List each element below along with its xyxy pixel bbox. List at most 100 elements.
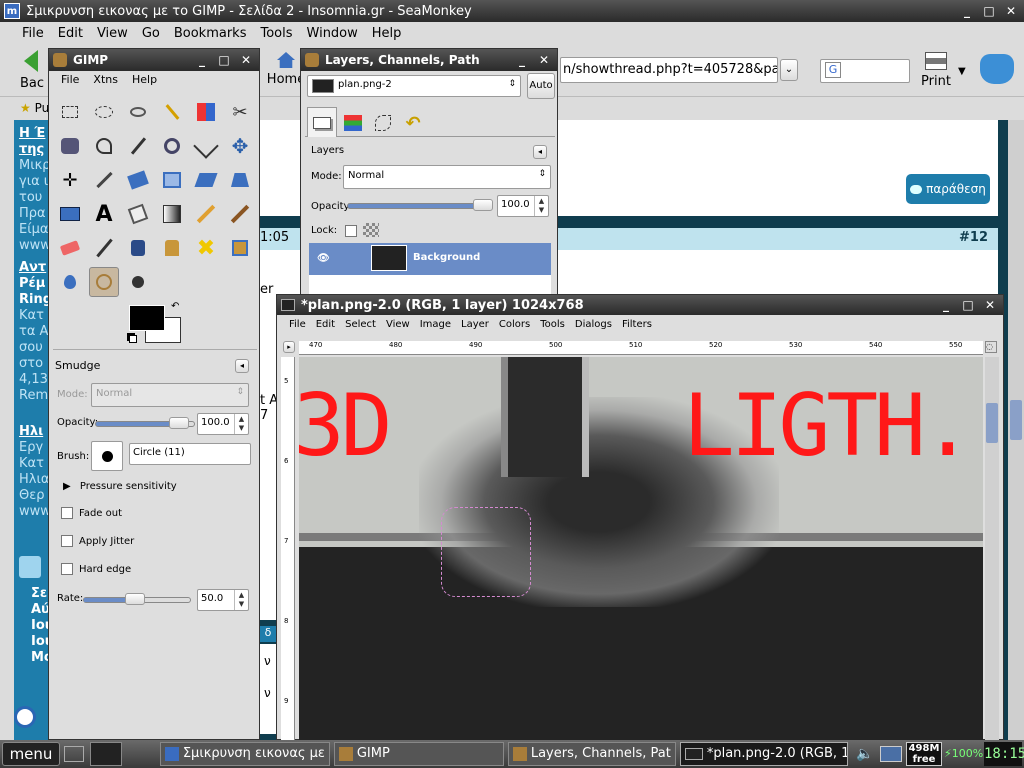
spin-arrows-icon[interactable]: ▲ ▼ <box>234 414 248 434</box>
minimize-icon[interactable]: _ <box>937 297 955 313</box>
tab-undo[interactable]: ↶ <box>399 109 427 137</box>
task-gimp[interactable]: GIMP <box>334 742 504 766</box>
airbrush-tool[interactable] <box>89 233 119 263</box>
foreground-select-tool[interactable] <box>55 131 85 161</box>
layers-menu-button[interactable]: ◂ <box>533 145 547 159</box>
browser-titlebar[interactable]: m Σμικρυνση εικονας με το GIMP - Σελίδα … <box>0 0 1024 22</box>
image-vscrollbar[interactable] <box>985 357 999 741</box>
menu-edit[interactable]: Edit <box>58 26 83 41</box>
brush-name-field[interactable]: Circle (11) <box>129 443 251 465</box>
menu-help[interactable]: Help <box>372 26 402 41</box>
minimize-icon[interactable]: _ <box>513 52 531 68</box>
clock[interactable]: 18:15 <box>984 742 1024 766</box>
volume-icon[interactable]: 🔈 <box>856 746 873 762</box>
image-select[interactable]: plan.png-2 ⇕ <box>307 75 521 97</box>
paths-tool[interactable] <box>89 131 119 161</box>
rotate-tool[interactable] <box>123 165 153 195</box>
lock-checkbox[interactable] <box>345 225 357 237</box>
show-desktop-icon[interactable] <box>64 746 84 762</box>
task-browser[interactable]: Σμικρυνση εικονας με <box>160 742 330 766</box>
layers-titlebar[interactable]: Layers, Channels, Path _ ✕ <box>301 49 557 71</box>
zoom-tool[interactable] <box>157 131 187 161</box>
image-canvas[interactable]: 3D LIGTH. <box>299 357 983 741</box>
foreground-color[interactable] <box>129 305 165 331</box>
rate-spin[interactable]: 50.0 ▲ ▼ <box>197 589 249 611</box>
url-dropdown-button[interactable]: ⌄ <box>780 59 798 81</box>
scroll-thumb[interactable] <box>986 403 998 443</box>
ink-tool[interactable] <box>123 233 153 263</box>
page-scrollbar[interactable] <box>1008 120 1024 740</box>
menu-go[interactable]: Go <box>142 26 160 41</box>
tab-layers[interactable] <box>307 107 337 137</box>
fade-out-checkbox[interactable]: Fade out <box>61 507 122 519</box>
bucket-fill-tool[interactable] <box>123 199 153 229</box>
close-icon[interactable]: ✕ <box>535 52 553 68</box>
shear-tool[interactable] <box>191 165 221 195</box>
image-menu-button[interactable]: ▸ <box>283 341 295 353</box>
fuzzy-select-tool[interactable] <box>157 97 187 127</box>
minimize-icon[interactable]: _ <box>958 3 976 19</box>
start-menu-button[interactable]: menu <box>2 742 60 766</box>
maximize-icon[interactable]: □ <box>959 297 977 313</box>
pressure-expander[interactable]: ▶ Pressure sensitivity <box>63 481 177 492</box>
maximize-icon[interactable]: □ <box>215 52 233 68</box>
menu-file[interactable]: File <box>61 73 79 86</box>
smudge-tool[interactable] <box>89 267 119 297</box>
flip-tool[interactable] <box>55 199 85 229</box>
perspective-tool[interactable] <box>225 165 255 195</box>
checkbox-box[interactable] <box>61 563 73 575</box>
scroll-thumb[interactable] <box>1010 400 1022 440</box>
checkbox-box[interactable] <box>61 535 73 547</box>
menu-window[interactable]: Window <box>307 26 358 41</box>
menu-image[interactable]: Image <box>420 319 451 330</box>
toolbox-titlebar[interactable]: GIMP _ □ ✕ <box>49 49 259 71</box>
layer-opacity-handle[interactable] <box>473 199 493 211</box>
layer-mode-select[interactable]: Normal ⇕ <box>343 165 551 189</box>
menu-edit[interactable]: Edit <box>316 319 335 330</box>
ellipse-select-tool[interactable] <box>89 97 119 127</box>
menu-file[interactable]: File <box>22 26 44 41</box>
quote-button[interactable]: παράθεση <box>906 174 990 204</box>
scale-tool[interactable] <box>157 165 187 195</box>
dodge-burn-tool[interactable] <box>123 267 153 297</box>
menu-select[interactable]: Select <box>345 319 376 330</box>
rect-select-tool[interactable] <box>55 97 85 127</box>
spin-arrows-icon[interactable]: ▲ ▼ <box>534 196 548 216</box>
scissors-tool[interactable]: ✂ <box>225 97 255 127</box>
select-by-color-tool[interactable] <box>191 97 221 127</box>
text-tool[interactable]: A <box>89 199 119 229</box>
search-field[interactable]: G <box>820 59 910 83</box>
default-colors-icon[interactable] <box>129 335 137 343</box>
blend-tool[interactable] <box>157 199 187 229</box>
lasso-tool[interactable] <box>123 97 153 127</box>
align-tool[interactable]: ✛ <box>55 165 85 195</box>
layer-opacity-slider[interactable] <box>347 203 493 209</box>
maximize-icon[interactable]: □ <box>980 3 998 19</box>
tab-paths[interactable] <box>369 109 397 137</box>
image-titlebar[interactable]: *plan.png-2.0 (RGB, 1 layer) 1024x768 _ … <box>277 295 1003 315</box>
task-layers[interactable]: Layers, Channels, Pat <box>508 742 676 766</box>
zoom-nav-icon[interactable]: ◌ <box>985 341 997 353</box>
checkbox-box[interactable] <box>61 507 73 519</box>
color-picker-tool[interactable] <box>123 131 153 161</box>
opacity-slider-handle[interactable] <box>169 417 189 429</box>
menu-dialogs[interactable]: Dialogs <box>575 319 612 330</box>
pencil-tool[interactable] <box>191 199 221 229</box>
blur-tool[interactable] <box>55 267 85 297</box>
network-icon[interactable] <box>880 746 902 762</box>
task-image[interactable]: *plan.png-2.0 (RGB, 1 <box>680 742 848 766</box>
brush-preview[interactable] <box>91 441 123 471</box>
layer-opacity-spin[interactable]: 100.0 ▲ ▼ <box>497 195 549 217</box>
tool-options-menu-button[interactable]: ◂ <box>235 359 249 373</box>
opacity-spin[interactable]: 100.0 ▲ ▼ <box>197 413 249 435</box>
menu-colors[interactable]: Colors <box>499 319 530 330</box>
tab-channels[interactable] <box>339 109 367 137</box>
print-button[interactable]: Print <box>918 52 954 96</box>
menu-filters[interactable]: Filters <box>622 319 652 330</box>
auto-button[interactable]: Auto <box>527 73 555 99</box>
mode-select[interactable]: Normal ⇕ <box>91 383 249 407</box>
close-icon[interactable]: ✕ <box>981 297 999 313</box>
measure-tool[interactable] <box>191 131 221 161</box>
minimize-icon[interactable]: _ <box>193 52 211 68</box>
move-tool[interactable]: ✥ <box>225 131 255 161</box>
